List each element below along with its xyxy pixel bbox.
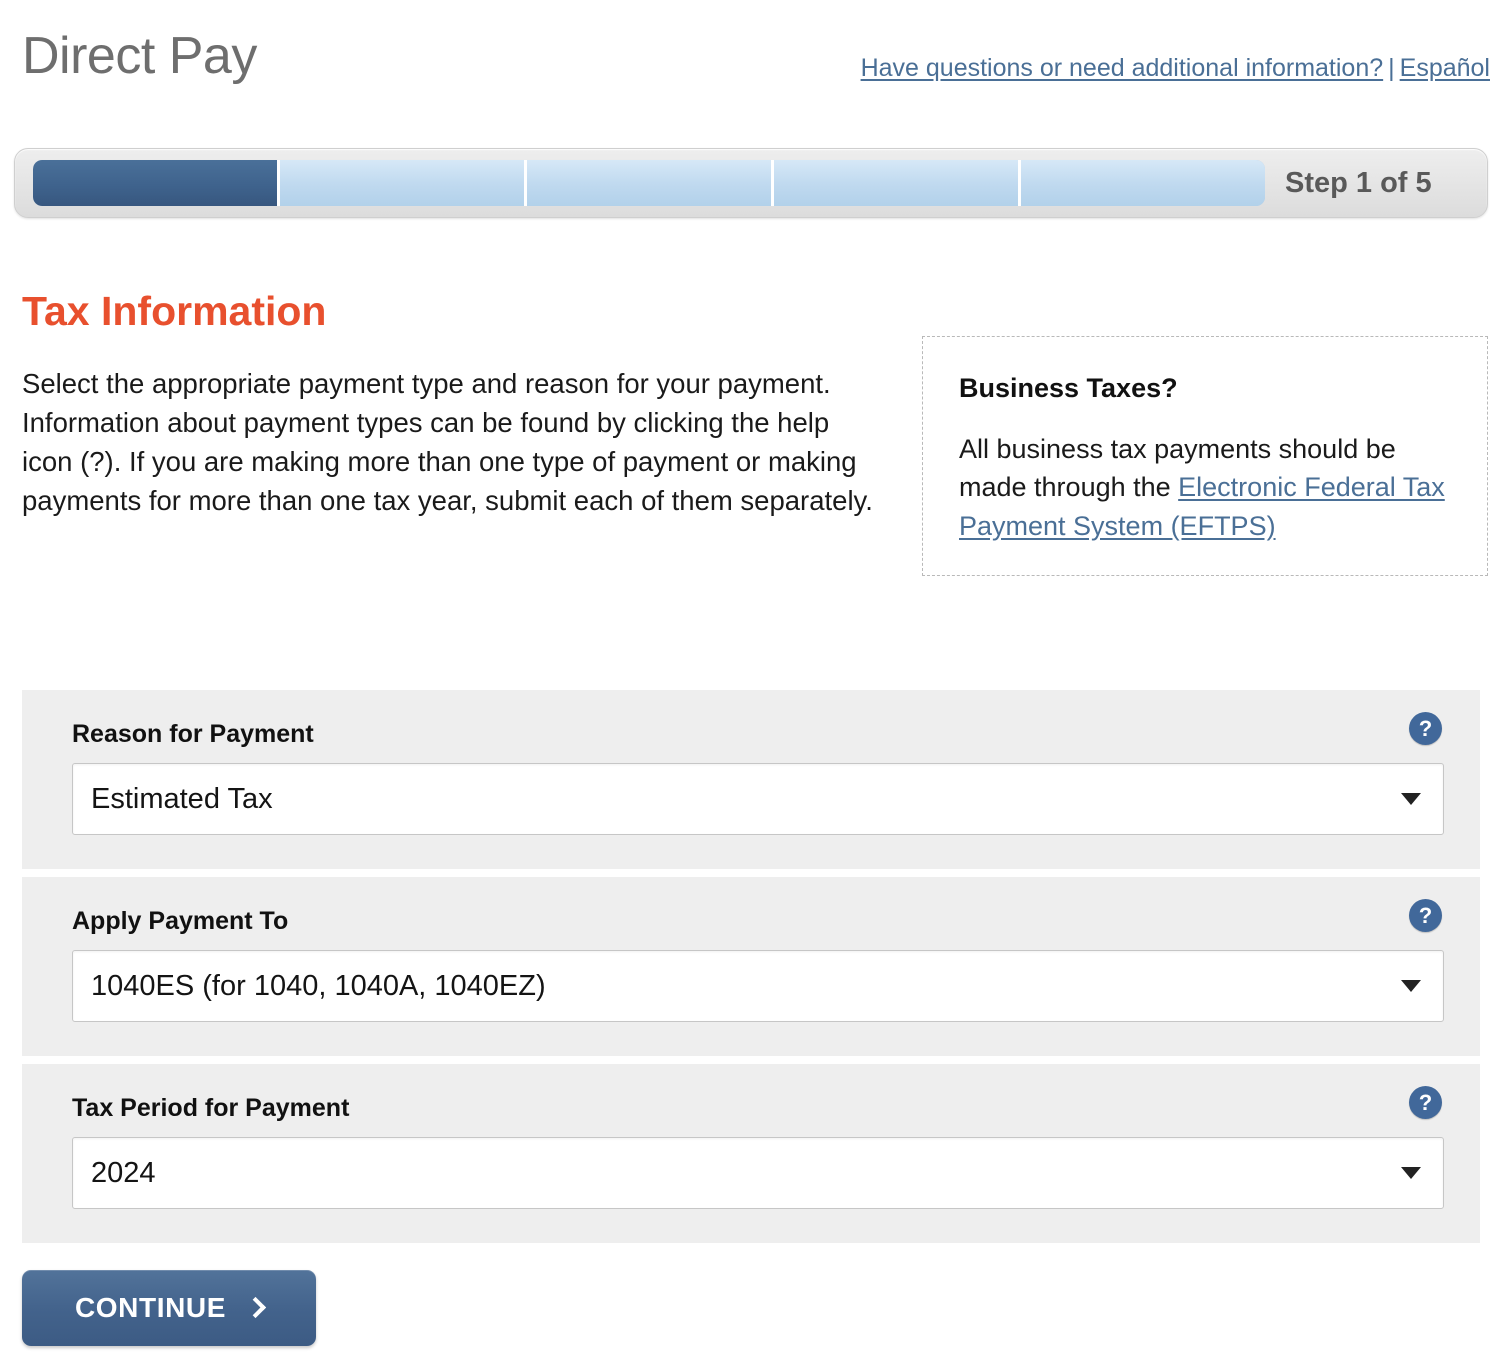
progress-segment-2 xyxy=(280,160,527,206)
business-taxes-title: Business Taxes? xyxy=(959,373,1178,403)
progress-segment-5 xyxy=(1021,160,1265,206)
help-icon-reason-for-payment[interactable]: ? xyxy=(1409,712,1442,745)
field-label-apply-payment-to: Apply Payment To xyxy=(72,907,289,935)
business-taxes-body: All business tax payments should be made… xyxy=(959,430,1453,545)
page-title: Tax Information xyxy=(22,288,327,335)
progress-track xyxy=(33,160,1265,206)
continue-button-label: CONTINUE xyxy=(74,1292,227,1323)
field-reason-for-payment: Reason for Payment ? Estimated Tax xyxy=(22,690,1480,869)
app-title: Direct Pay xyxy=(22,27,257,85)
tax-period-for-payment-value: 2024 xyxy=(91,1156,156,1189)
business-taxes-callout: Business Taxes? All business tax payment… xyxy=(922,336,1488,576)
continue-button[interactable]: CONTINUE xyxy=(22,1270,316,1346)
step-indicator-label: Step 1 of 5 xyxy=(1285,166,1432,199)
progress-segment-4 xyxy=(774,160,1021,206)
apply-payment-to-select[interactable]: 1040ES (for 1040, 1040A, 1040EZ) xyxy=(72,950,1444,1022)
chevron-right-icon xyxy=(244,1296,267,1318)
tax-information-form: Reason for Payment ? Estimated Tax Apply… xyxy=(22,690,1480,1251)
link-separator: | xyxy=(1388,54,1395,82)
chevron-down-icon xyxy=(1401,1167,1421,1179)
tax-period-for-payment-select[interactable]: 2024 xyxy=(72,1137,1444,1209)
intro-paragraph: Select the appropriate payment type and … xyxy=(22,367,873,516)
reason-for-payment-value: Estimated Tax xyxy=(91,782,273,815)
progress-bar: Step 1 of 5 xyxy=(14,148,1488,218)
progress-segment-1 xyxy=(33,160,280,206)
help-icon-apply-payment-to[interactable]: ? xyxy=(1409,899,1442,932)
field-apply-payment-to: Apply Payment To ? 1040ES (for 1040, 104… xyxy=(22,877,1480,1056)
help-icon-tax-period-for-payment[interactable]: ? xyxy=(1409,1086,1442,1119)
chevron-down-icon xyxy=(1401,980,1421,992)
reason-for-payment-select[interactable]: Estimated Tax xyxy=(72,763,1444,835)
header-links: Have questions or need additional inform… xyxy=(861,54,1490,83)
field-label-reason-for-payment: Reason for Payment xyxy=(72,720,314,748)
espanol-link[interactable]: Español xyxy=(1400,54,1490,82)
chevron-down-icon xyxy=(1401,793,1421,805)
direct-pay-page: Direct Pay Have questions or need additi… xyxy=(0,0,1502,1356)
help-questions-link[interactable]: Have questions or need additional inform… xyxy=(861,54,1384,82)
apply-payment-to-value: 1040ES (for 1040, 1040A, 1040EZ) xyxy=(91,969,546,1002)
page-header: Direct Pay Have questions or need additi… xyxy=(0,0,1502,118)
progress-segment-3 xyxy=(527,160,774,206)
field-tax-period-for-payment: Tax Period for Payment ? 2024 xyxy=(22,1064,1480,1243)
intro-row: Select the appropriate payment type and … xyxy=(22,336,1488,576)
field-label-tax-period-for-payment: Tax Period for Payment xyxy=(72,1094,350,1122)
